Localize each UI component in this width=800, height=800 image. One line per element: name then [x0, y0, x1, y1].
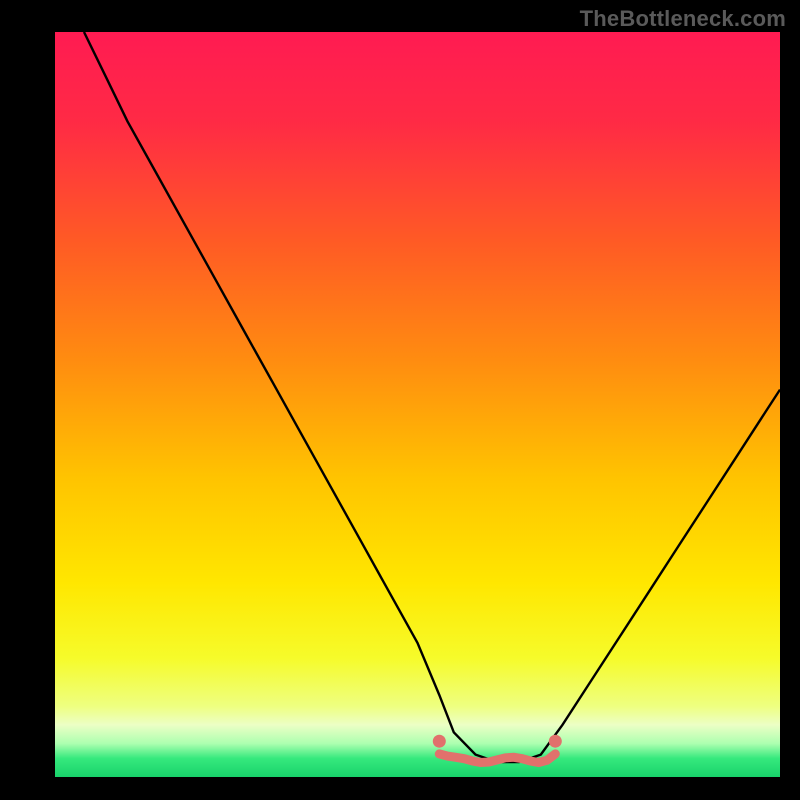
highlight-end-dot: [433, 735, 446, 748]
chart-frame: TheBottleneck.com: [0, 0, 800, 800]
highlight-end-dot: [549, 735, 562, 748]
watermark-text: TheBottleneck.com: [580, 6, 786, 32]
gradient-background: [55, 32, 780, 777]
bottleneck-chart: [0, 0, 800, 800]
